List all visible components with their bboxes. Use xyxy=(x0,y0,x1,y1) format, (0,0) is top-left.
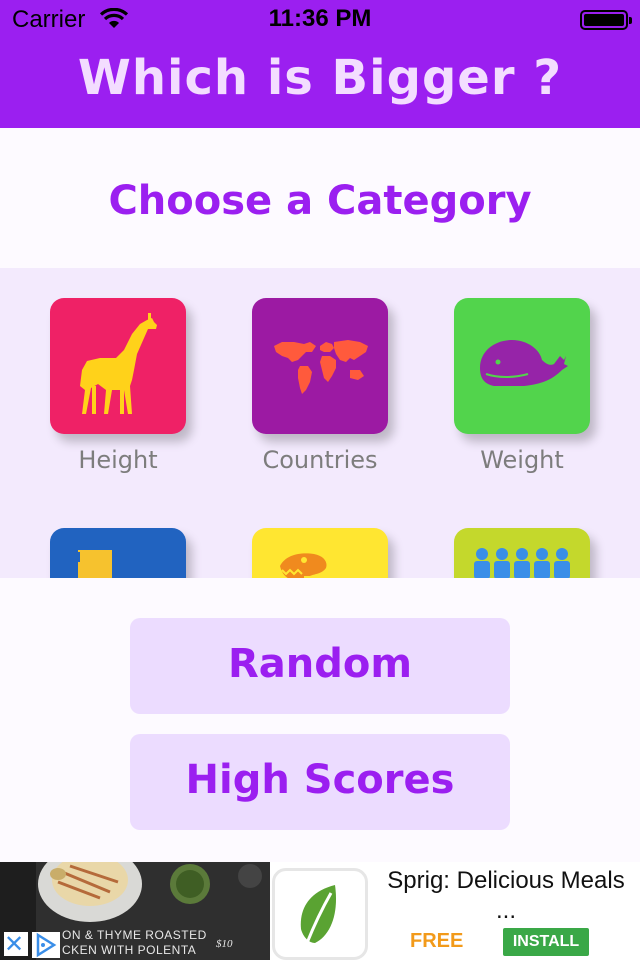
people-icon xyxy=(474,548,570,578)
ad-price: FREE xyxy=(410,930,464,952)
app-title: Which is Bigger ? xyxy=(77,50,563,106)
ad-image-caption: ON & THYME ROASTED CKEN WITH POLENTA xyxy=(62,928,207,958)
status-bar: Carrier 11:36 PM xyxy=(0,0,640,40)
ad-choices-icon[interactable] xyxy=(32,932,60,958)
choose-category-heading: Choose a Category xyxy=(108,178,532,224)
ad-install-button[interactable]: INSTALL xyxy=(503,928,589,956)
category-tile-countries[interactable] xyxy=(252,298,388,434)
category-tile-weight[interactable] xyxy=(454,298,590,434)
giraffe-icon xyxy=(80,313,157,414)
category-grid[interactable]: Height Countries Weight xyxy=(0,268,640,578)
ad-image[interactable]: ON & THYME ROASTED CKEN WITH POLENTA $10… xyxy=(0,862,270,960)
world-map-icon xyxy=(274,340,368,394)
battery-icon xyxy=(580,10,632,30)
ad-caption-line-1: ON & THYME ROASTED xyxy=(62,928,207,942)
high-scores-button[interactable]: High Scores xyxy=(130,734,510,830)
ad-title[interactable]: Sprig: Delicious Meals ... xyxy=(376,866,636,926)
clock: 11:36 PM xyxy=(268,5,372,32)
ad-app-logo[interactable] xyxy=(272,868,368,960)
ad-banner[interactable]: ON & THYME ROASTED CKEN WITH POLENTA $10… xyxy=(0,862,640,960)
random-button[interactable]: Random xyxy=(130,618,510,714)
dinosaur-icon xyxy=(280,553,327,578)
app-header: Which is Bigger ? xyxy=(0,40,640,128)
category-tile-buildings[interactable] xyxy=(50,528,186,578)
category-tile-population[interactable] xyxy=(454,528,590,578)
building-icon xyxy=(76,550,112,578)
ad-image-price: $10 xyxy=(216,938,233,950)
whale-icon xyxy=(480,340,568,386)
close-icon[interactable]: ✕ xyxy=(4,932,28,956)
category-label-height: Height xyxy=(78,446,158,474)
ad-caption-line-2: CKEN WITH POLENTA xyxy=(62,943,197,957)
category-label-weight: Weight xyxy=(480,446,564,474)
category-tile-dinosaurs[interactable] xyxy=(252,528,388,578)
leaf-icon xyxy=(300,885,337,944)
category-tile-height[interactable] xyxy=(50,298,186,434)
category-label-countries: Countries xyxy=(262,446,378,474)
